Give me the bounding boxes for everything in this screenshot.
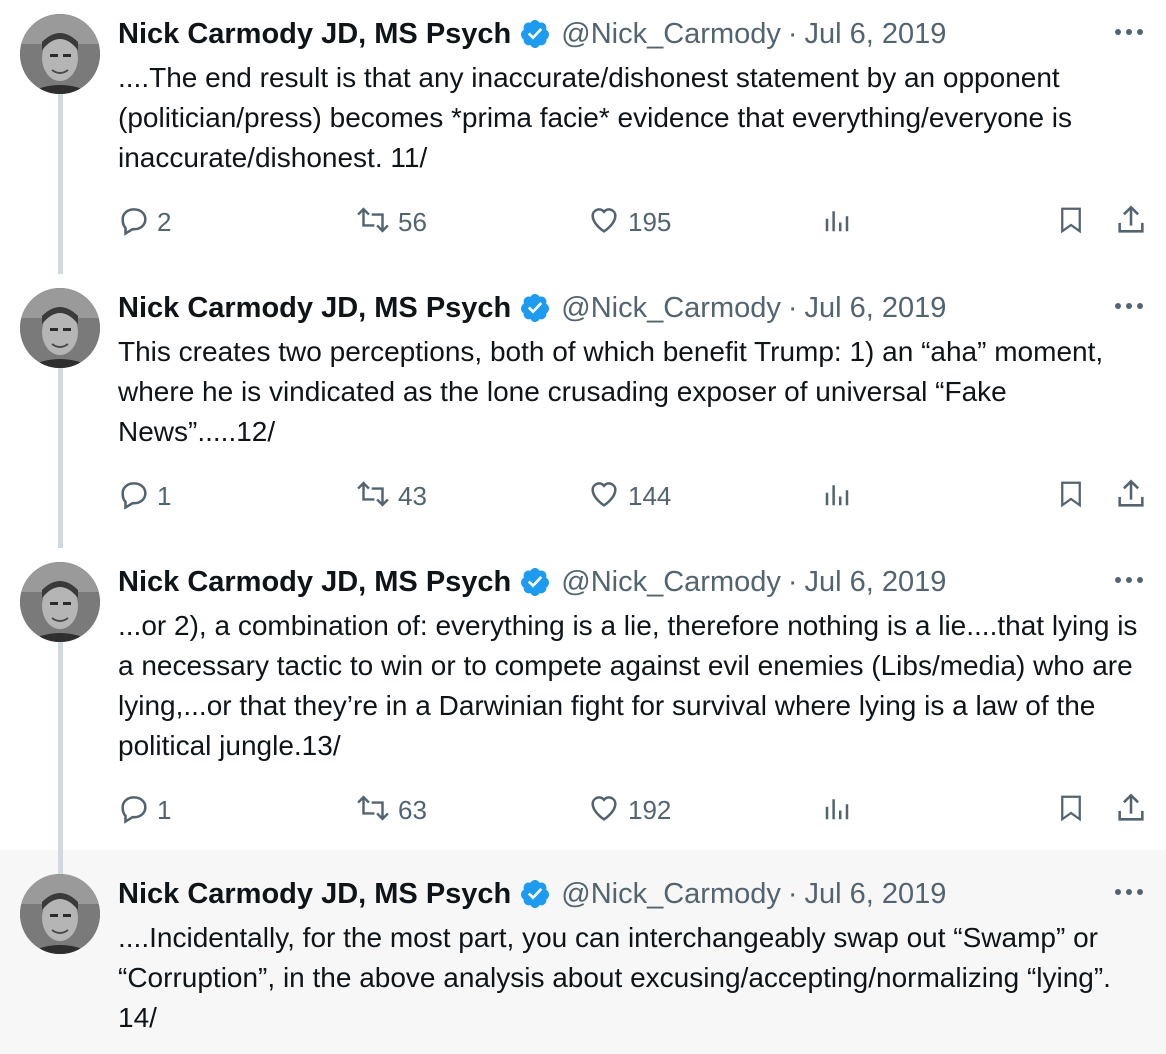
verified-badge-icon <box>519 878 551 910</box>
tweet-actions: 1 43 144 <box>0 474 1166 518</box>
avatar[interactable] <box>20 14 100 94</box>
views-button[interactable] <box>822 200 852 244</box>
avatar[interactable] <box>20 874 100 954</box>
tweet-text: ....Incidentally, for the most part, you… <box>118 922 1111 1033</box>
verified-badge-icon <box>519 566 551 598</box>
bookmark-icon <box>1056 203 1086 242</box>
views-chart-icon <box>822 204 852 241</box>
more-horizontal-icon[interactable] <box>1112 880 1146 904</box>
author-name[interactable]: Nick Carmody JD, MS Psych <box>118 290 511 326</box>
retweet-button[interactable]: 56 <box>354 200 427 244</box>
tweet-header: Nick Carmody JD, MS Psych @Nick_Carmody … <box>118 874 946 914</box>
share-icon <box>1114 791 1148 830</box>
share-button[interactable] <box>1114 200 1148 244</box>
share-icon <box>1114 477 1148 516</box>
tweet-header: Nick Carmody JD, MS Psych @Nick_Carmody … <box>118 562 946 602</box>
bookmark-icon <box>1056 477 1086 516</box>
tweet-date[interactable]: Jul 6, 2019 <box>805 564 947 600</box>
retweet-count: 56 <box>398 206 427 237</box>
author-handle[interactable]: @Nick_Carmody <box>561 16 781 52</box>
reply-button[interactable]: 1 <box>117 788 171 832</box>
author-name[interactable]: Nick Carmody JD, MS Psych <box>118 564 511 600</box>
bookmark-button[interactable] <box>1056 474 1086 518</box>
bookmark-icon <box>1056 791 1086 830</box>
tweet[interactable]: Nick Carmody JD, MS Psych @Nick_Carmody … <box>0 548 1166 850</box>
like-button[interactable]: 195 <box>586 200 671 244</box>
retweet-count: 63 <box>398 794 427 825</box>
reply-icon <box>117 203 151 242</box>
share-button[interactable] <box>1114 788 1148 832</box>
header-separator: · <box>787 878 798 910</box>
thread-connector-line <box>58 92 63 274</box>
author-handle[interactable]: @Nick_Carmody <box>561 564 781 600</box>
like-count: 144 <box>628 480 672 511</box>
views-chart-icon <box>822 478 852 515</box>
reply-count: 1 <box>157 480 172 511</box>
tweet-text: This creates two perceptions, both of wh… <box>118 336 1104 447</box>
tweet-actions: 1 63 192 <box>0 788 1166 832</box>
views-chart-icon <box>822 792 852 829</box>
reply-button[interactable]: 1 <box>117 474 171 518</box>
reply-count: 2 <box>157 206 172 237</box>
header-separator: · <box>787 292 798 324</box>
heart-icon <box>586 477 622 516</box>
author-name[interactable]: Nick Carmody JD, MS Psych <box>118 876 511 912</box>
heart-icon <box>586 203 622 242</box>
verified-badge-icon <box>519 18 551 50</box>
header-separator: · <box>787 18 798 50</box>
author-handle[interactable]: @Nick_Carmody <box>561 290 781 326</box>
tweet-date[interactable]: Jul 6, 2019 <box>805 290 947 326</box>
more-horizontal-icon[interactable] <box>1112 568 1146 592</box>
heart-icon <box>586 791 622 830</box>
author-name[interactable]: Nick Carmody JD, MS Psych <box>118 16 511 52</box>
thread-connector-line <box>58 850 63 874</box>
share-icon <box>1114 203 1148 242</box>
reply-count: 1 <box>157 794 172 825</box>
tweet-text: ....The end result is that any inaccurat… <box>118 62 1073 173</box>
avatar[interactable] <box>20 562 100 642</box>
tweet-actions: 2 56 195 <box>0 200 1166 244</box>
header-separator: · <box>787 566 798 598</box>
tweet[interactable]: Nick Carmody JD, MS Psych @Nick_Carmody … <box>0 0 1166 274</box>
retweet-button[interactable]: 43 <box>354 474 427 518</box>
like-button[interactable]: 144 <box>586 474 671 518</box>
tweet-date[interactable]: Jul 6, 2019 <box>805 16 947 52</box>
tweet[interactable]: Nick Carmody JD, MS Psych @Nick_Carmody … <box>0 274 1166 548</box>
retweet-icon <box>354 791 392 830</box>
thread-connector-line <box>58 366 63 548</box>
reply-icon <box>117 477 151 516</box>
tweet-text: ...or 2), a combination of: everything i… <box>118 610 1138 761</box>
like-button[interactable]: 192 <box>586 788 671 832</box>
more-horizontal-icon[interactable] <box>1112 20 1146 44</box>
verified-badge-icon <box>519 292 551 324</box>
views-button[interactable] <box>822 474 852 518</box>
author-handle[interactable]: @Nick_Carmody <box>561 876 781 912</box>
more-horizontal-icon[interactable] <box>1112 294 1146 318</box>
reply-icon <box>117 791 151 830</box>
share-button[interactable] <box>1114 474 1148 518</box>
like-count: 195 <box>628 206 672 237</box>
tweet-header: Nick Carmody JD, MS Psych @Nick_Carmody … <box>118 14 946 54</box>
retweet-icon <box>354 203 392 242</box>
retweet-button[interactable]: 63 <box>354 788 427 832</box>
tweet-header: Nick Carmody JD, MS Psych @Nick_Carmody … <box>118 288 946 328</box>
bookmark-button[interactable] <box>1056 200 1086 244</box>
like-count: 192 <box>628 794 672 825</box>
avatar[interactable] <box>20 288 100 368</box>
tweet-date[interactable]: Jul 6, 2019 <box>805 876 947 912</box>
reply-button[interactable]: 2 <box>117 200 171 244</box>
tweet-focused[interactable]: Nick Carmody JD, MS Psych @Nick_Carmody … <box>0 850 1166 1054</box>
retweet-icon <box>354 477 392 516</box>
bookmark-button[interactable] <box>1056 788 1086 832</box>
retweet-count: 43 <box>398 480 427 511</box>
tweet-thread: Nick Carmody JD, MS Psych @Nick_Carmody … <box>0 0 1166 1054</box>
views-button[interactable] <box>822 788 852 832</box>
